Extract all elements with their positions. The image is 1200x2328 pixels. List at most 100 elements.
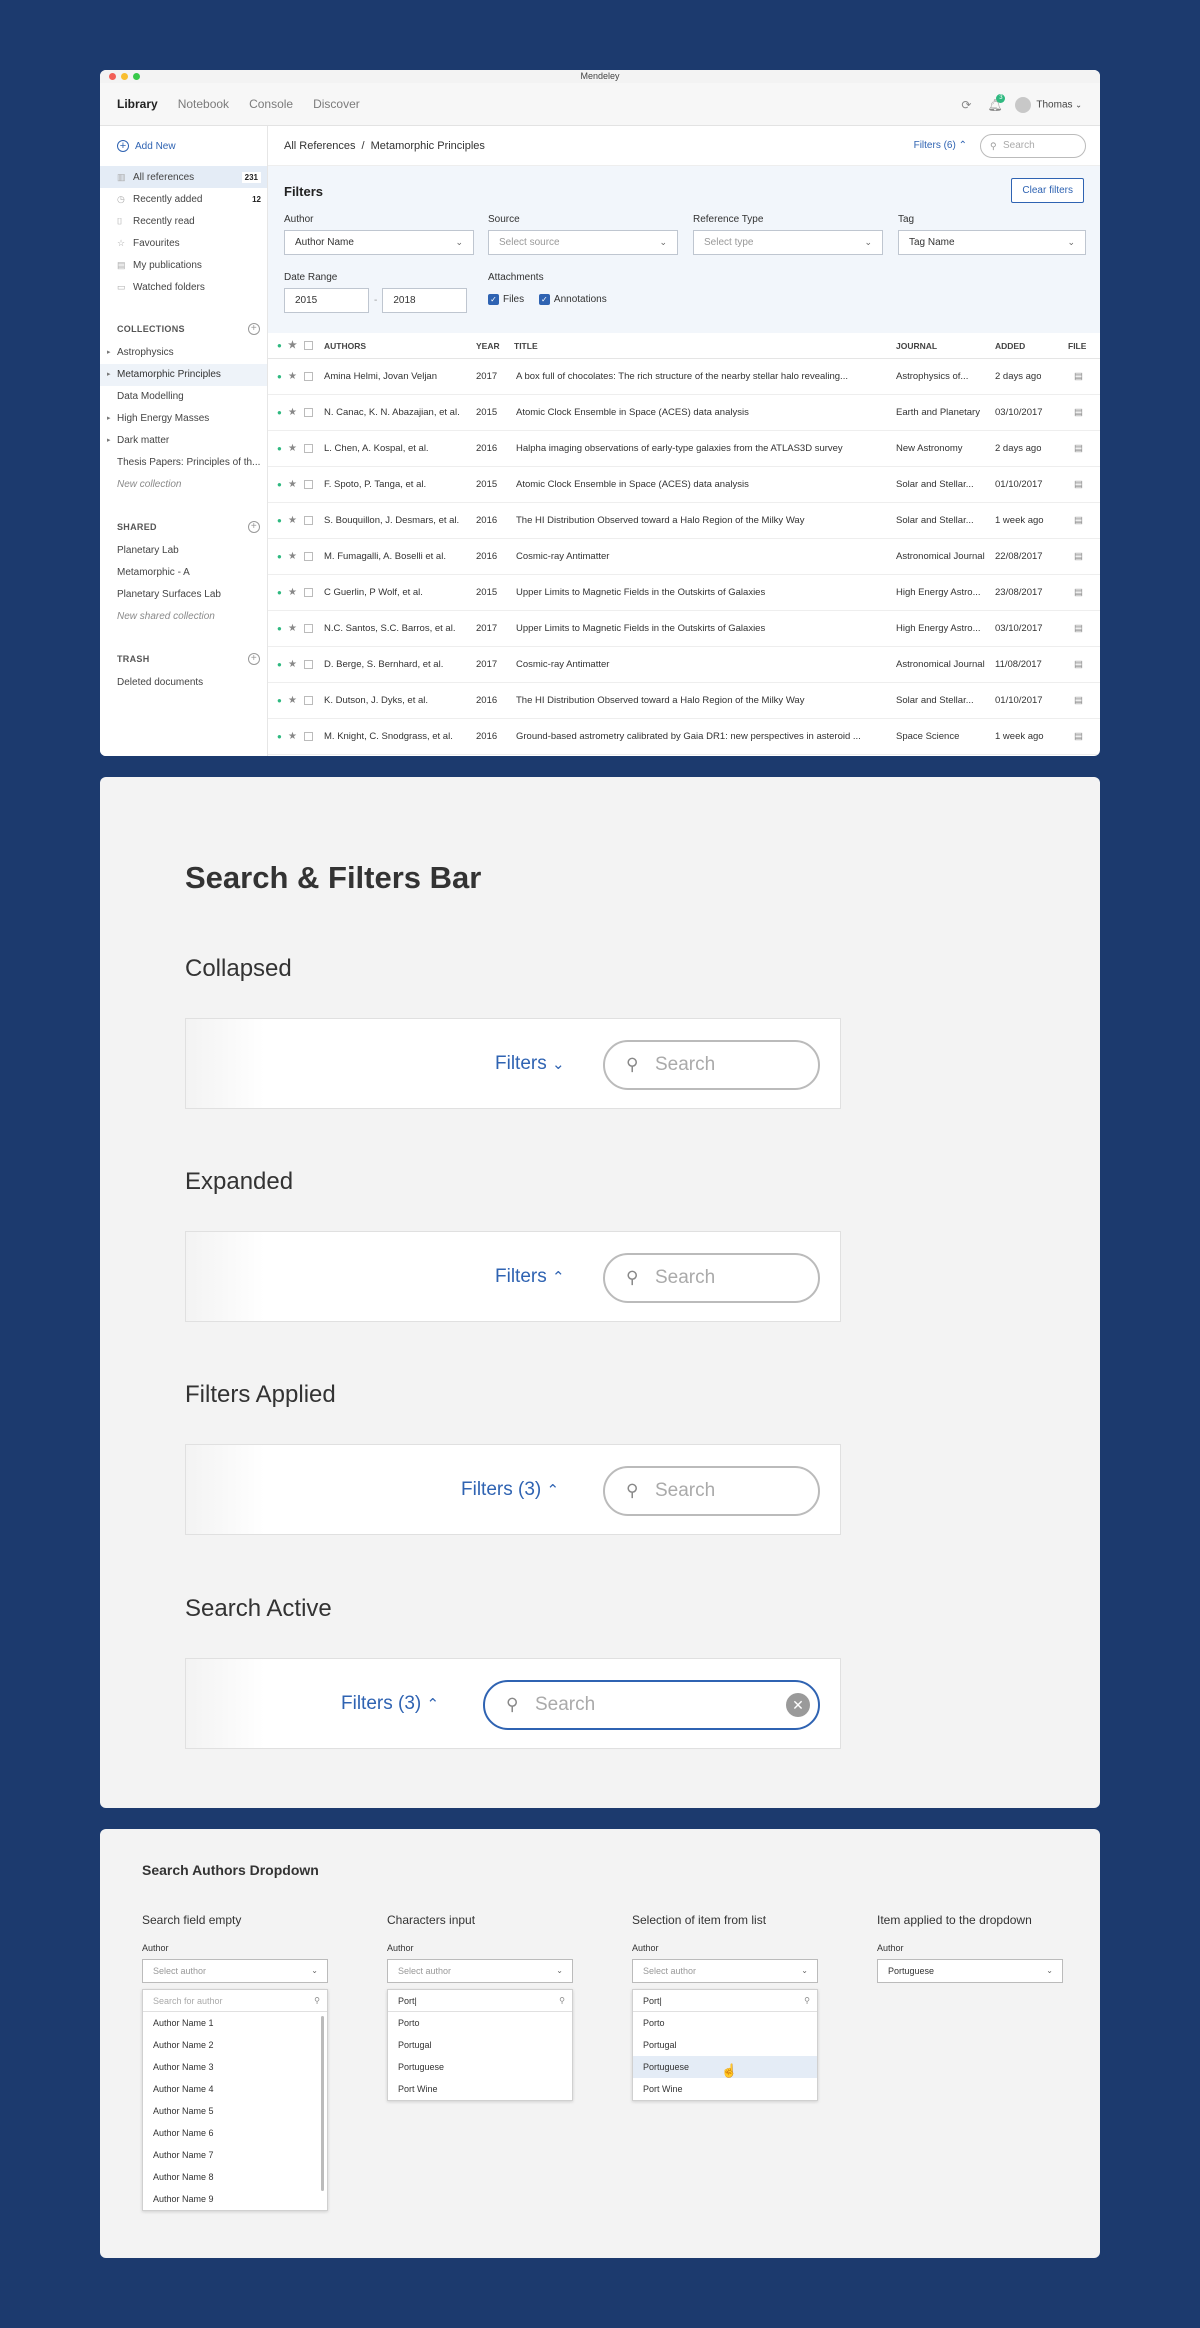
file-icon[interactable]: ▤ bbox=[1074, 731, 1083, 742]
star-icon[interactable]: ★ bbox=[288, 407, 297, 418]
row-checkbox[interactable] bbox=[304, 732, 313, 741]
row-checkbox[interactable] bbox=[304, 696, 313, 705]
bell-icon[interactable]: 🔔︎ 3 bbox=[987, 93, 1006, 112]
trash-item[interactable]: Deleted documents bbox=[100, 672, 267, 694]
tab-notebook[interactable]: Notebook bbox=[178, 97, 229, 111]
file-icon[interactable]: ▤ bbox=[1074, 623, 1083, 634]
tab-console[interactable]: Console bbox=[249, 97, 293, 111]
table-row[interactable]: ● ★ Amina Helmi, Jovan Veljan 2017 A box ful… bbox=[268, 359, 1100, 395]
shared-item[interactable]: Planetary Surfaces Lab bbox=[100, 584, 267, 606]
add-collection-icon[interactable]: + bbox=[248, 323, 260, 335]
list-item-highlighted[interactable]: Portuguese ☝ bbox=[633, 2056, 817, 2078]
list-item[interactable]: Portugal bbox=[388, 2034, 572, 2056]
table-row[interactable]: ● ★ N.C. Santos, S.C. Barros, et al. 2017 Up… bbox=[268, 611, 1100, 647]
file-icon[interactable]: ▤ bbox=[1074, 659, 1083, 670]
list-item[interactable]: Author Name 6 bbox=[143, 2122, 327, 2144]
collection-item[interactable]: Astrophysics bbox=[100, 342, 267, 364]
new-collection-link[interactable]: New collection bbox=[100, 474, 267, 496]
collection-item[interactable]: Metamorphic Principles bbox=[100, 364, 267, 386]
row-checkbox[interactable] bbox=[304, 408, 313, 417]
table-row[interactable]: ● ★ L. Chen, A. Kospal, et al. 2016 Halpha i… bbox=[268, 431, 1100, 467]
row-checkbox[interactable] bbox=[304, 588, 313, 597]
clear-filters-button[interactable]: Clear filters bbox=[1011, 178, 1084, 203]
minimize-window-button[interactable] bbox=[121, 73, 128, 80]
filters-toggle[interactable]: Filters ⌃ bbox=[495, 1266, 565, 1288]
date-to-input[interactable]: 2018 bbox=[382, 288, 468, 313]
star-icon[interactable]: ★ bbox=[288, 515, 297, 526]
add-shared-icon[interactable]: + bbox=[248, 521, 260, 533]
author-search-input[interactable]: Port| ⚲ bbox=[388, 1990, 572, 2012]
files-checkbox[interactable]: ✓ bbox=[488, 294, 499, 305]
author-dropdown[interactable]: Portuguese ⌄ bbox=[877, 1959, 1063, 1983]
filters-toggle[interactable]: Filters ⌄ bbox=[495, 1053, 565, 1075]
select-all-checkbox[interactable] bbox=[304, 341, 313, 350]
author-dropdown[interactable]: Select author ⌄ bbox=[387, 1959, 573, 1983]
table-row[interactable]: ● ★ M. Knight, C. Snodgrass, et al. 2016 Gro… bbox=[268, 719, 1100, 755]
breadcrumb-all-references[interactable]: All References bbox=[284, 140, 356, 152]
list-item[interactable]: Author Name 9 bbox=[143, 2188, 327, 2210]
filters-toggle[interactable]: Filters (6) ⌃ bbox=[914, 140, 967, 151]
new-shared-collection-link[interactable]: New shared collection bbox=[100, 606, 267, 628]
sync-icon[interactable]: ⟳ bbox=[959, 98, 973, 112]
table-row[interactable]: ● ★ K. Dutson, J. Dyks, et al. 2016 The HI D… bbox=[268, 683, 1100, 719]
list-item[interactable]: Author Name 2 bbox=[143, 2034, 327, 2056]
tag-select[interactable]: Tag Name ⌄ bbox=[898, 230, 1086, 255]
star-icon[interactable]: ★ bbox=[288, 340, 297, 351]
list-item[interactable]: Author Name 1 bbox=[143, 2012, 327, 2034]
search-input[interactable]: ⚲ Search bbox=[603, 1040, 820, 1090]
star-icon[interactable]: ★ bbox=[288, 551, 297, 562]
list-item[interactable]: Author Name 7 bbox=[143, 2144, 327, 2166]
file-icon[interactable]: ▤ bbox=[1074, 443, 1083, 454]
sidebar-item-my-publications[interactable]: ▤ My publications bbox=[100, 254, 267, 276]
type-select[interactable]: Select type ⌄ bbox=[693, 230, 883, 255]
column-journal[interactable]: JOURNAL bbox=[896, 341, 986, 351]
star-icon[interactable]: ★ bbox=[288, 731, 297, 742]
star-icon[interactable]: ★ bbox=[288, 443, 297, 454]
tab-library[interactable]: Library bbox=[117, 97, 158, 111]
star-icon[interactable]: ★ bbox=[288, 371, 297, 382]
sidebar-item-recently-read[interactable]: ⌷ Recently read bbox=[100, 210, 267, 232]
row-checkbox[interactable] bbox=[304, 480, 313, 489]
row-checkbox[interactable] bbox=[304, 444, 313, 453]
search-input-active[interactable]: ⚲ Search ✕ bbox=[483, 1680, 820, 1730]
file-icon[interactable]: ▤ bbox=[1074, 515, 1083, 526]
star-icon[interactable]: ★ bbox=[288, 479, 297, 490]
table-row[interactable]: ● ★ C Guerlin, P Wolf, et al. 2015 Upper Lim… bbox=[268, 575, 1100, 611]
search-input[interactable]: ⚲ Search bbox=[603, 1466, 820, 1516]
collection-item[interactable]: Thesis Papers: Principles of th... bbox=[100, 452, 267, 474]
tab-discover[interactable]: Discover bbox=[313, 97, 360, 111]
list-item[interactable]: Portuguese bbox=[388, 2056, 572, 2078]
list-item[interactable]: Author Name 8 bbox=[143, 2166, 327, 2188]
author-dropdown[interactable]: Select author ⌄ bbox=[142, 1959, 328, 1983]
row-checkbox[interactable] bbox=[304, 660, 313, 669]
table-row[interactable]: ● ★ M. Fumagalli, A. Boselli et al. 2016 Cos… bbox=[268, 539, 1100, 575]
add-new-button[interactable]: + Add New bbox=[100, 126, 267, 166]
add-trash-icon[interactable]: + bbox=[248, 653, 260, 665]
row-checkbox[interactable] bbox=[304, 372, 313, 381]
file-icon[interactable]: ▤ bbox=[1074, 371, 1083, 382]
star-icon[interactable]: ★ bbox=[288, 587, 297, 598]
table-row[interactable]: ● ★ F. Spoto, P. Tanga, et al. 2015 Atomic C… bbox=[268, 467, 1100, 503]
shared-item[interactable]: Planetary Lab bbox=[100, 540, 267, 562]
filters-toggle[interactable]: Filters (3) ⌃ bbox=[341, 1693, 439, 1715]
collection-item[interactable]: Dark matter bbox=[100, 430, 267, 452]
author-search-input[interactable]: Search for author ⚲ bbox=[143, 1990, 327, 2012]
collection-item[interactable]: High Energy Masses bbox=[100, 408, 267, 430]
author-search-input[interactable]: Port| ⚲ bbox=[633, 1990, 817, 2012]
file-icon[interactable]: ▤ bbox=[1074, 551, 1083, 562]
user-menu[interactable]: Thomas ⌄ bbox=[1015, 96, 1082, 113]
close-window-button[interactable] bbox=[109, 73, 116, 80]
row-checkbox[interactable] bbox=[304, 516, 313, 525]
star-icon[interactable]: ★ bbox=[288, 695, 297, 706]
maximize-window-button[interactable] bbox=[133, 73, 140, 80]
search-input[interactable]: ⚲ Search bbox=[603, 1253, 820, 1303]
list-item[interactable]: Porto bbox=[388, 2012, 572, 2034]
list-item[interactable]: Port Wine bbox=[388, 2078, 572, 2100]
source-select[interactable]: Select source ⌄ bbox=[488, 230, 678, 255]
file-icon[interactable]: ▤ bbox=[1074, 407, 1083, 418]
collection-item[interactable]: Data Modelling bbox=[100, 386, 267, 408]
star-icon[interactable]: ★ bbox=[288, 659, 297, 670]
file-icon[interactable]: ▤ bbox=[1074, 587, 1083, 598]
column-title[interactable]: TITLE bbox=[514, 341, 538, 351]
sidebar-item-watched-folders[interactable]: ▭ Watched folders bbox=[100, 276, 267, 298]
